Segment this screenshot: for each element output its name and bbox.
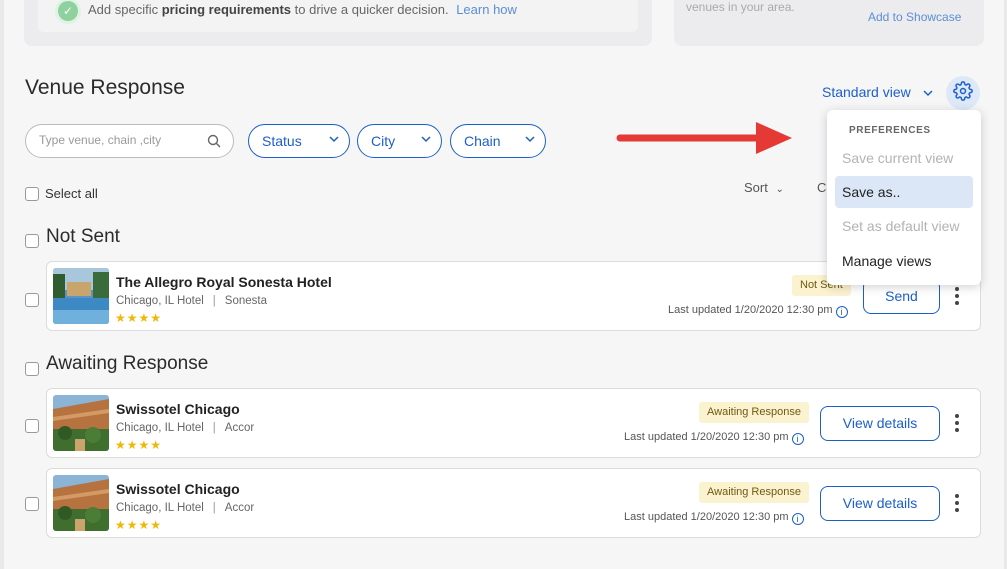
venue-name[interactable]: Swissotel Chicago <box>116 481 240 497</box>
tip-text-pre: Add specific <box>88 2 159 17</box>
more-options-icon[interactable] <box>951 414 963 434</box>
venue-location: Chicago, IL Hotel <box>116 422 204 434</box>
select-all-checkbox[interactable] <box>25 187 39 201</box>
last-updated-text: Last updated 1/20/2020 12:30 pm <box>624 431 789 443</box>
view-details-button[interactable]: View details <box>820 406 940 441</box>
venue-thumbnail <box>53 268 109 324</box>
chain-filter-label: Chain <box>464 133 501 149</box>
venue-brand: Sonesta <box>224 295 267 307</box>
customize-dropdown[interactable]: Cu <box>817 180 827 195</box>
pricing-tip-text: Add specific pricing requirements to dri… <box>88 2 517 17</box>
venue-card[interactable]: Swissotel Chicago Chicago, IL Hotel | Acco… <box>46 468 981 538</box>
venue-location: Chicago, IL Hotel <box>116 502 204 514</box>
chevron-down-icon: ⌄ <box>775 184 784 195</box>
city-filter[interactable]: City <box>357 124 442 158</box>
venue-meta: Chicago, IL Hotel | Sonesta <box>116 295 267 307</box>
star-rating: ★★★★ <box>115 518 163 532</box>
venue-meta: Chicago, IL Hotel | Accor <box>116 502 255 514</box>
status-filter[interactable]: Status <box>248 124 350 158</box>
row-checkbox[interactable] <box>25 497 39 511</box>
info-icon[interactable]: i <box>791 433 804 445</box>
gear-icon <box>953 80 973 106</box>
sort-label: Sort <box>744 180 768 195</box>
star-rating: ★★★★ <box>115 311 163 325</box>
venue-name[interactable]: The Allegro Royal Sonesta Hotel <box>116 274 332 290</box>
showcase-text: venues in your area. <box>686 0 795 14</box>
info-icon[interactable]: i <box>791 513 804 525</box>
last-updated: Last updated 1/20/2020 12:30 pm i <box>624 431 804 445</box>
menu-item-set-default-view[interactable]: Set as default view <box>835 210 973 242</box>
last-updated: Last updated 1/20/2020 12:30 pm i <box>624 511 804 525</box>
group-title-not-sent: Not Sent <box>46 226 120 247</box>
page-title: Venue Response <box>25 76 185 99</box>
status-badge: Awaiting Response <box>699 402 809 423</box>
preferences-menu: PREFERENCES Save current view Save as.. … <box>827 110 981 285</box>
venue-thumbnail <box>53 395 109 451</box>
venue-location: Chicago, IL Hotel <box>116 295 204 307</box>
chevron-down-icon <box>525 125 535 157</box>
more-options-icon[interactable] <box>951 287 963 307</box>
menu-item-save-current-view[interactable]: Save current view <box>835 142 973 174</box>
last-updated-text: Last updated 1/20/2020 12:30 pm <box>624 511 789 523</box>
chevron-down-icon <box>421 125 431 157</box>
info-icon[interactable]: i <box>835 306 848 318</box>
venue-brand: Accor <box>224 502 255 514</box>
venue-card[interactable]: Swissotel Chicago Chicago, IL Hotel | Acco… <box>46 388 981 458</box>
venue-brand: Accor <box>224 422 255 434</box>
last-updated-text: Last updated 1/20/2020 12:30 pm <box>668 304 833 316</box>
group-title-awaiting-response: Awaiting Response <box>46 353 209 374</box>
search-box[interactable] <box>25 124 234 158</box>
menu-item-manage-views[interactable]: Manage views <box>835 245 973 277</box>
group-checkbox-awaiting-response[interactable] <box>25 362 39 376</box>
group-checkbox-not-sent[interactable] <box>25 234 39 248</box>
status-filter-label: Status <box>262 133 302 149</box>
view-selector-label: Standard view <box>822 84 911 100</box>
last-updated: Last updated 1/20/2020 12:30 pm i <box>668 304 848 318</box>
learn-how-link[interactable]: Learn how <box>456 2 517 17</box>
showcase-card: venues in your area. Add to Showcase <box>674 0 984 46</box>
city-filter-label: City <box>371 133 396 149</box>
select-all-label: Select all <box>45 186 98 201</box>
preferences-gear-button[interactable] <box>946 76 980 110</box>
chevron-down-icon <box>923 88 933 100</box>
tip-text-post: to drive a quicker decision. <box>294 2 449 17</box>
status-badge: Awaiting Response <box>699 482 809 503</box>
view-selector[interactable]: Standard view <box>822 84 933 100</box>
search-input[interactable] <box>39 133 199 147</box>
sort-dropdown[interactable]: Sort ⌄ <box>744 180 784 195</box>
view-details-button[interactable]: View details <box>820 486 940 521</box>
add-to-showcase-link[interactable]: Add to Showcase <box>868 10 961 24</box>
star-rating: ★★★★ <box>115 438 163 452</box>
page-edge-left <box>0 0 4 569</box>
check-icon: ✓ <box>58 1 78 21</box>
row-checkbox[interactable] <box>25 293 39 307</box>
more-options-icon[interactable] <box>951 494 963 514</box>
venue-meta: Chicago, IL Hotel | Accor <box>116 422 255 434</box>
menu-item-save-as[interactable]: Save as.. <box>835 176 973 208</box>
row-checkbox[interactable] <box>25 419 39 433</box>
preferences-menu-header: PREFERENCES <box>849 125 931 136</box>
search-icon[interactable] <box>207 134 221 153</box>
venue-thumbnail <box>53 475 109 531</box>
chevron-down-icon <box>329 125 339 157</box>
venue-name[interactable]: Swissotel Chicago <box>116 401 240 417</box>
chain-filter[interactable]: Chain <box>450 124 546 158</box>
tip-text-bold: pricing requirements <box>161 2 292 17</box>
annotation-arrow <box>616 118 796 163</box>
